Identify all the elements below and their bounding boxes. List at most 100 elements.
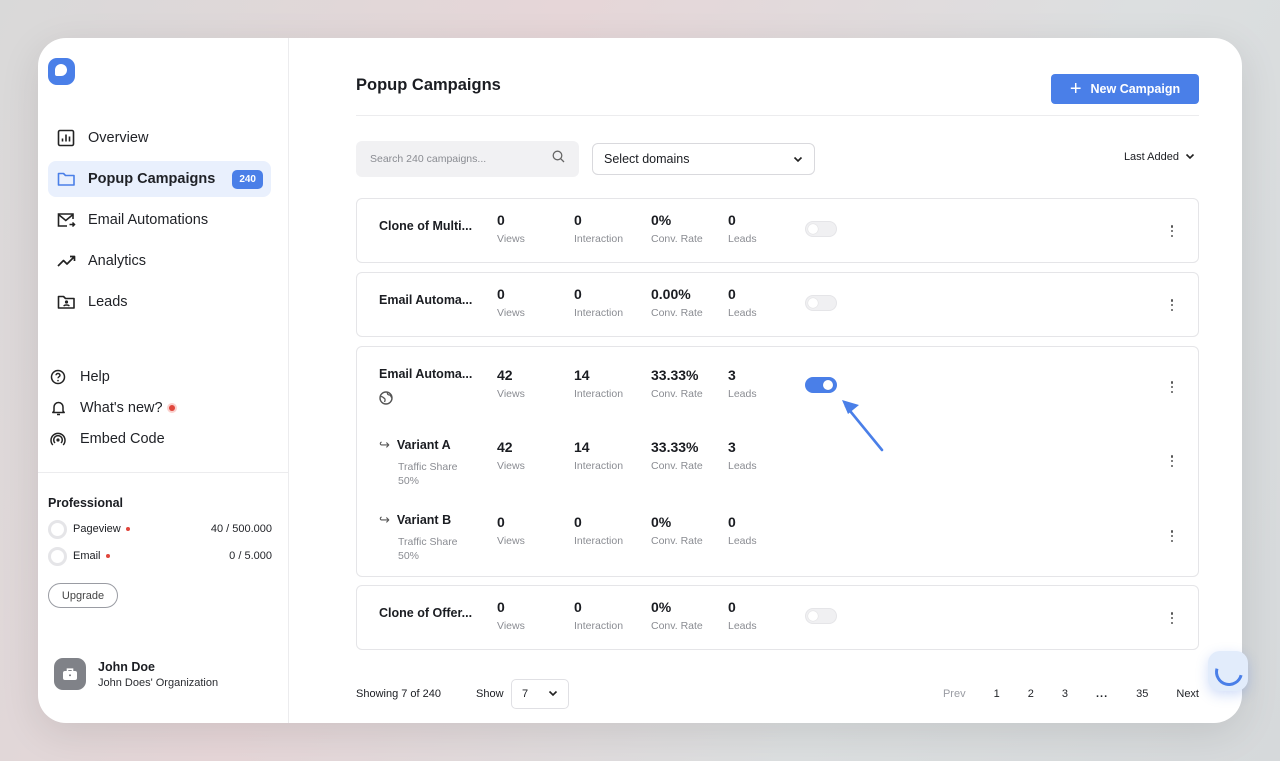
conv-rate-stat: 0.00% Conv. Rate: [651, 286, 703, 319]
stat-value: 3: [728, 367, 736, 383]
sidebar-item-leads[interactable]: Leads: [48, 284, 271, 320]
views-stat: 42 Views: [497, 439, 525, 472]
email-progress-ring: [48, 546, 67, 566]
stat-label: Views: [497, 535, 525, 547]
stat-label: Interaction: [574, 460, 624, 472]
pageview-progress-ring: [48, 519, 67, 539]
status-dot: [125, 527, 130, 531]
campaign-toggle[interactable]: [805, 377, 837, 393]
campaign-card-expanded[interactable]: Email Automa... 42 Views 14 Interaction 33…: [356, 346, 1199, 577]
traffic-share-value: 50%: [398, 550, 420, 562]
stat-label: Leads: [728, 460, 757, 472]
broadcast-icon: [50, 429, 66, 449]
campaign-name[interactable]: Email Automa...: [379, 367, 475, 381]
more-options-icon[interactable]: [1170, 612, 1174, 624]
embed-code-label: Embed Code: [80, 430, 165, 447]
stat-value: 0: [728, 599, 736, 615]
traffic-share: Traffic Share 50%: [398, 460, 458, 488]
domains-select[interactable]: Select domains: [592, 143, 815, 175]
more-options-icon[interactable]: [1170, 530, 1174, 542]
conv-rate-stat: 33.33% Conv. Rate: [651, 367, 703, 400]
notification-dot: [168, 404, 175, 411]
stat-label: Views: [497, 620, 525, 632]
stat-label: Interaction: [574, 388, 624, 400]
sidebar-item-analytics[interactable]: Analytics: [48, 243, 271, 279]
stat-value: 0.00%: [651, 286, 691, 302]
variant-name[interactable]: Variant B: [397, 513, 451, 527]
campaign-card[interactable]: Email Automa... 0 Views 0 Interaction 0.00…: [356, 272, 1199, 337]
plus-icon: +: [1069, 78, 1082, 100]
traffic-share: Traffic Share 50%: [398, 535, 458, 563]
upgrade-button[interactable]: Upgrade: [48, 583, 118, 608]
interaction-stat: 0 Interaction: [574, 514, 623, 547]
new-campaign-button[interactable]: + New Campaign: [1051, 74, 1199, 104]
page-last-button[interactable]: 35: [1136, 688, 1148, 700]
campaign-card[interactable]: Clone of Offer... 0 Views 0 Interaction 0%…: [356, 585, 1199, 650]
campaign-name[interactable]: Email Automa...: [379, 293, 475, 307]
campaign-card[interactable]: Clone of Multi... 0 Views 0 Interaction 0%…: [356, 198, 1199, 263]
campaign-toggle[interactable]: [805, 221, 837, 237]
sidebar-item-popup-campaigns[interactable]: Popup Campaigns 240: [48, 161, 271, 197]
whats-new-link[interactable]: What's new?: [50, 392, 270, 423]
traffic-share-label: Traffic Share: [398, 536, 458, 548]
campaign-toggle[interactable]: [805, 295, 837, 311]
sidebar-item-email-automations[interactable]: Email Automations: [48, 202, 271, 238]
next-page-button[interactable]: Next: [1176, 688, 1199, 700]
interaction-stat: 0 Interaction: [574, 599, 623, 632]
page-title: Popup Campaigns: [356, 76, 501, 94]
stat-label: Leads: [728, 535, 757, 547]
app-logo[interactable]: [48, 58, 75, 85]
prev-page-button[interactable]: Prev: [943, 688, 966, 700]
stat-value: 33.33%: [651, 439, 699, 455]
page-3-button[interactable]: 3: [1062, 688, 1068, 700]
more-options-icon[interactable]: [1170, 299, 1174, 311]
conv-rate-stat: 0% Conv. Rate: [651, 599, 703, 632]
stat-label: Leads: [728, 388, 757, 400]
main-content: Popup Campaigns + New Campaign Select do…: [356, 38, 1199, 723]
stat-label: Views: [497, 460, 525, 472]
chat-widget-button[interactable]: [1208, 651, 1248, 691]
help-label: Help: [80, 368, 110, 385]
usage-label: Pageview: [73, 523, 121, 535]
stat-value: 42: [497, 439, 513, 455]
user-profile[interactable]: John Doe John Does' Organization: [54, 658, 218, 690]
page-2-button[interactable]: 2: [1028, 688, 1034, 700]
more-options-icon[interactable]: [1170, 455, 1174, 467]
sidebar-item-overview[interactable]: Overview: [48, 120, 271, 156]
sort-dropdown[interactable]: Last Added: [1124, 151, 1195, 163]
stat-value: 3: [728, 439, 736, 455]
stat-value: 33.33%: [651, 367, 699, 383]
campaign-name[interactable]: Clone of Multi...: [379, 219, 475, 233]
embed-code-link[interactable]: Embed Code: [50, 423, 270, 454]
stat-value: 42: [497, 367, 513, 383]
leads-stat: 0 Leads: [728, 599, 757, 632]
campaign-toggle[interactable]: [805, 608, 837, 624]
help-link[interactable]: Help: [50, 361, 270, 392]
sidebar-nav: Overview Popup Campaigns 240 Email Autom…: [48, 120, 271, 325]
pager: Prev 1 2 3 ... 35 Next: [915, 688, 1199, 700]
search-icon[interactable]: [552, 150, 565, 168]
stat-value: 0: [728, 514, 736, 530]
folder-icon: [56, 169, 76, 189]
more-options-icon[interactable]: [1170, 381, 1174, 393]
user-name: John Doe: [98, 659, 155, 674]
campaign-row: Email Automa... 42 Views 14 Interaction 33…: [357, 347, 1198, 423]
leads-stat: 0 Leads: [728, 212, 757, 245]
stat-label: Conv. Rate: [651, 388, 703, 400]
variant-info: ↪ Variant B Traffic Share 50%: [379, 512, 458, 563]
showing-count: Showing 7 of 240: [356, 688, 442, 700]
variant-name-wrap: ↪ Variant A: [379, 437, 458, 453]
page-1-button[interactable]: 1: [994, 688, 1000, 700]
header-divider: [356, 115, 1199, 116]
more-options-icon[interactable]: [1170, 225, 1174, 237]
page-size-select[interactable]: 7: [511, 679, 569, 709]
usage-value: 40 / 500.000: [210, 523, 272, 535]
search-box: [356, 141, 579, 177]
bell-icon: [50, 398, 66, 418]
search-input[interactable]: [370, 153, 552, 165]
campaign-name[interactable]: Clone of Offer...: [379, 606, 475, 620]
variant-name[interactable]: Variant A: [397, 438, 451, 452]
globe-icon: [379, 391, 393, 410]
sidebar-item-label: Leads: [88, 294, 128, 310]
stat-value: 0: [497, 286, 505, 302]
